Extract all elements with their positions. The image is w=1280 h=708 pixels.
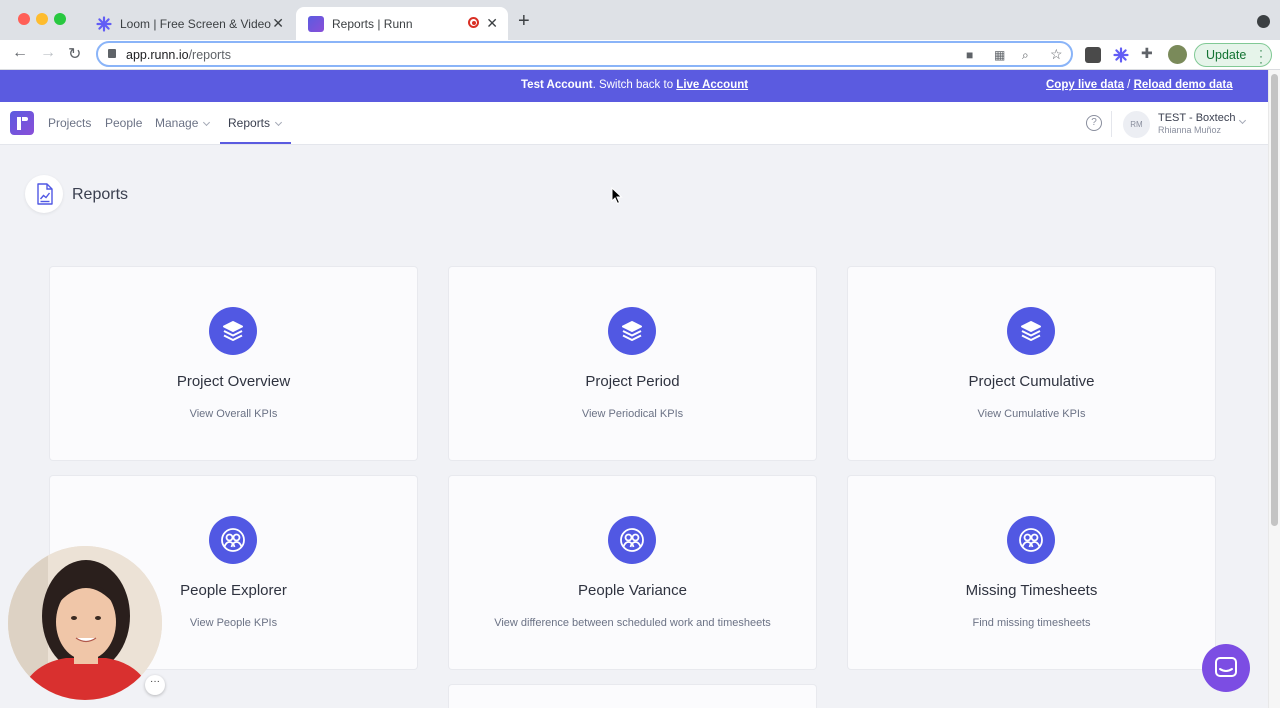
card-title: Project Period — [585, 373, 680, 390]
chat-icon — [1215, 657, 1237, 677]
report-card-people-variance[interactable]: People Variance View difference between … — [449, 476, 816, 669]
card-subtitle: View Cumulative KPIs — [977, 408, 1086, 420]
nav-projects[interactable]: Projects — [48, 116, 91, 130]
avatar[interactable]: RM — [1123, 111, 1150, 138]
copy-live-data-link[interactable]: Copy live data — [1046, 79, 1124, 91]
camera-icon[interactable]: ■ — [966, 48, 973, 62]
layers-icon — [1007, 307, 1055, 355]
live-account-link[interactable]: Live Account — [676, 79, 748, 91]
chevron-down-icon[interactable] — [1238, 116, 1247, 125]
card-title: Project Cumulative — [968, 373, 1095, 390]
tab-search-icon[interactable] — [1257, 15, 1270, 28]
tab-loom[interactable]: Loom | Free Screen & Video Re ✕ — [84, 7, 294, 40]
nav-reports[interactable]: Reports — [228, 116, 283, 130]
report-card-partial[interactable] — [449, 685, 816, 708]
divider — [1111, 111, 1112, 137]
banner-actions: Copy live data / Reload demo data — [1046, 79, 1233, 91]
layers-icon — [209, 307, 257, 355]
app-navigation: Projects People Manage Reports ? RM TEST… — [0, 102, 1268, 145]
people-icon — [209, 516, 257, 564]
banner-message: Test Account. Switch back to Live Accoun… — [521, 79, 749, 91]
people-icon — [1007, 516, 1055, 564]
report-card-missing-timesheets[interactable]: Missing Timesheets Find missing timeshee… — [848, 476, 1215, 669]
chevron-down-icon — [274, 118, 283, 127]
card-subtitle: View Overall KPIs — [189, 408, 278, 420]
runn-extension-icon[interactable] — [1085, 47, 1101, 63]
tab-title: Reports | Runn — [332, 16, 413, 31]
forward-icon[interactable]: → — [40, 44, 56, 62]
more-icon: · · · — [1259, 43, 1263, 69]
zoom-icon[interactable]: ⌕ — [1022, 48, 1029, 63]
close-window-button[interactable] — [18, 13, 30, 25]
runn-icon — [308, 15, 324, 32]
page-scrollbar[interactable] — [1268, 70, 1280, 708]
close-tab-icon[interactable]: ✕ — [486, 15, 498, 32]
runn-logo[interactable] — [10, 111, 34, 135]
qr-code-icon[interactable]: ▦ — [994, 48, 1005, 62]
report-card-project-overview[interactable]: Project Overview View Overall KPIs — [50, 267, 417, 460]
scrollbar-thumb[interactable] — [1271, 74, 1278, 526]
chat-launcher-button[interactable] — [1202, 644, 1250, 692]
reports-icon — [25, 175, 63, 213]
active-tab-indicator — [220, 142, 291, 144]
loom-camera-bubble[interactable] — [8, 546, 162, 700]
test-account-banner: Test Account. Switch back to Live Accoun… — [0, 70, 1268, 102]
profile-avatar[interactable] — [1168, 45, 1187, 64]
account-user: Rhianna Muñoz — [1158, 125, 1222, 135]
card-title: People Variance — [578, 582, 687, 599]
card-subtitle: View difference between scheduled work a… — [494, 617, 771, 629]
chevron-down-icon — [203, 118, 211, 127]
close-tab-icon[interactable]: ✕ — [272, 15, 284, 32]
tab-runn-reports[interactable]: Reports | Runn ✕ — [296, 7, 508, 40]
extensions-puzzle-icon[interactable]: ✚ — [1141, 45, 1153, 62]
reload-icon[interactable]: ↻ — [68, 44, 81, 64]
browser-tab-strip: Loom | Free Screen & Video Re ✕ Reports … — [0, 0, 1280, 40]
url-text: app.runn.io/reports — [126, 48, 231, 62]
report-card-project-cumulative[interactable]: Project Cumulative View Cumulative KPIs — [848, 267, 1215, 460]
recording-icon — [468, 17, 479, 28]
reload-demo-data-link[interactable]: Reload demo data — [1134, 79, 1233, 91]
zoom-window-button[interactable] — [54, 13, 66, 25]
people-icon — [608, 516, 656, 564]
card-title: Project Overview — [176, 373, 291, 390]
update-button[interactable]: Update · · · — [1194, 43, 1272, 69]
address-bar[interactable]: app.runn.io/reports ■ ▦ ⌕ ☆ — [96, 41, 1073, 67]
loom-more-options-button[interactable]: ··· — [145, 675, 165, 695]
card-title: Missing Timesheets — [965, 582, 1098, 599]
browser-toolbar: ← → ↻ app.runn.io/reports ■ ▦ ⌕ ☆ ✚ Upda… — [0, 40, 1280, 70]
report-card-project-period[interactable]: Project Period View Periodical KPIs — [449, 267, 816, 460]
minimize-window-button[interactable] — [36, 13, 48, 25]
loom-icon — [96, 15, 112, 32]
loom-extension-icon[interactable] — [1113, 47, 1129, 63]
card-subtitle: Find missing timesheets — [972, 617, 1091, 629]
back-icon[interactable]: ← — [12, 44, 28, 62]
bookmark-star-icon[interactable]: ☆ — [1050, 46, 1063, 63]
webcam-person-image — [8, 546, 162, 700]
help-icon[interactable]: ? — [1086, 115, 1102, 131]
layers-icon — [608, 307, 656, 355]
mouse-cursor-icon — [611, 187, 623, 205]
page-title: Reports — [72, 186, 129, 203]
tab-title: Loom | Free Screen & Video Re — [120, 16, 274, 31]
nav-manage[interactable]: Manage — [155, 116, 211, 130]
new-tab-icon[interactable]: + — [518, 10, 530, 33]
account-name[interactable]: TEST - Boxtech — [1158, 112, 1235, 124]
lock-icon — [108, 49, 116, 58]
nav-people[interactable]: People — [105, 116, 142, 130]
card-subtitle: View Periodical KPIs — [581, 408, 684, 420]
